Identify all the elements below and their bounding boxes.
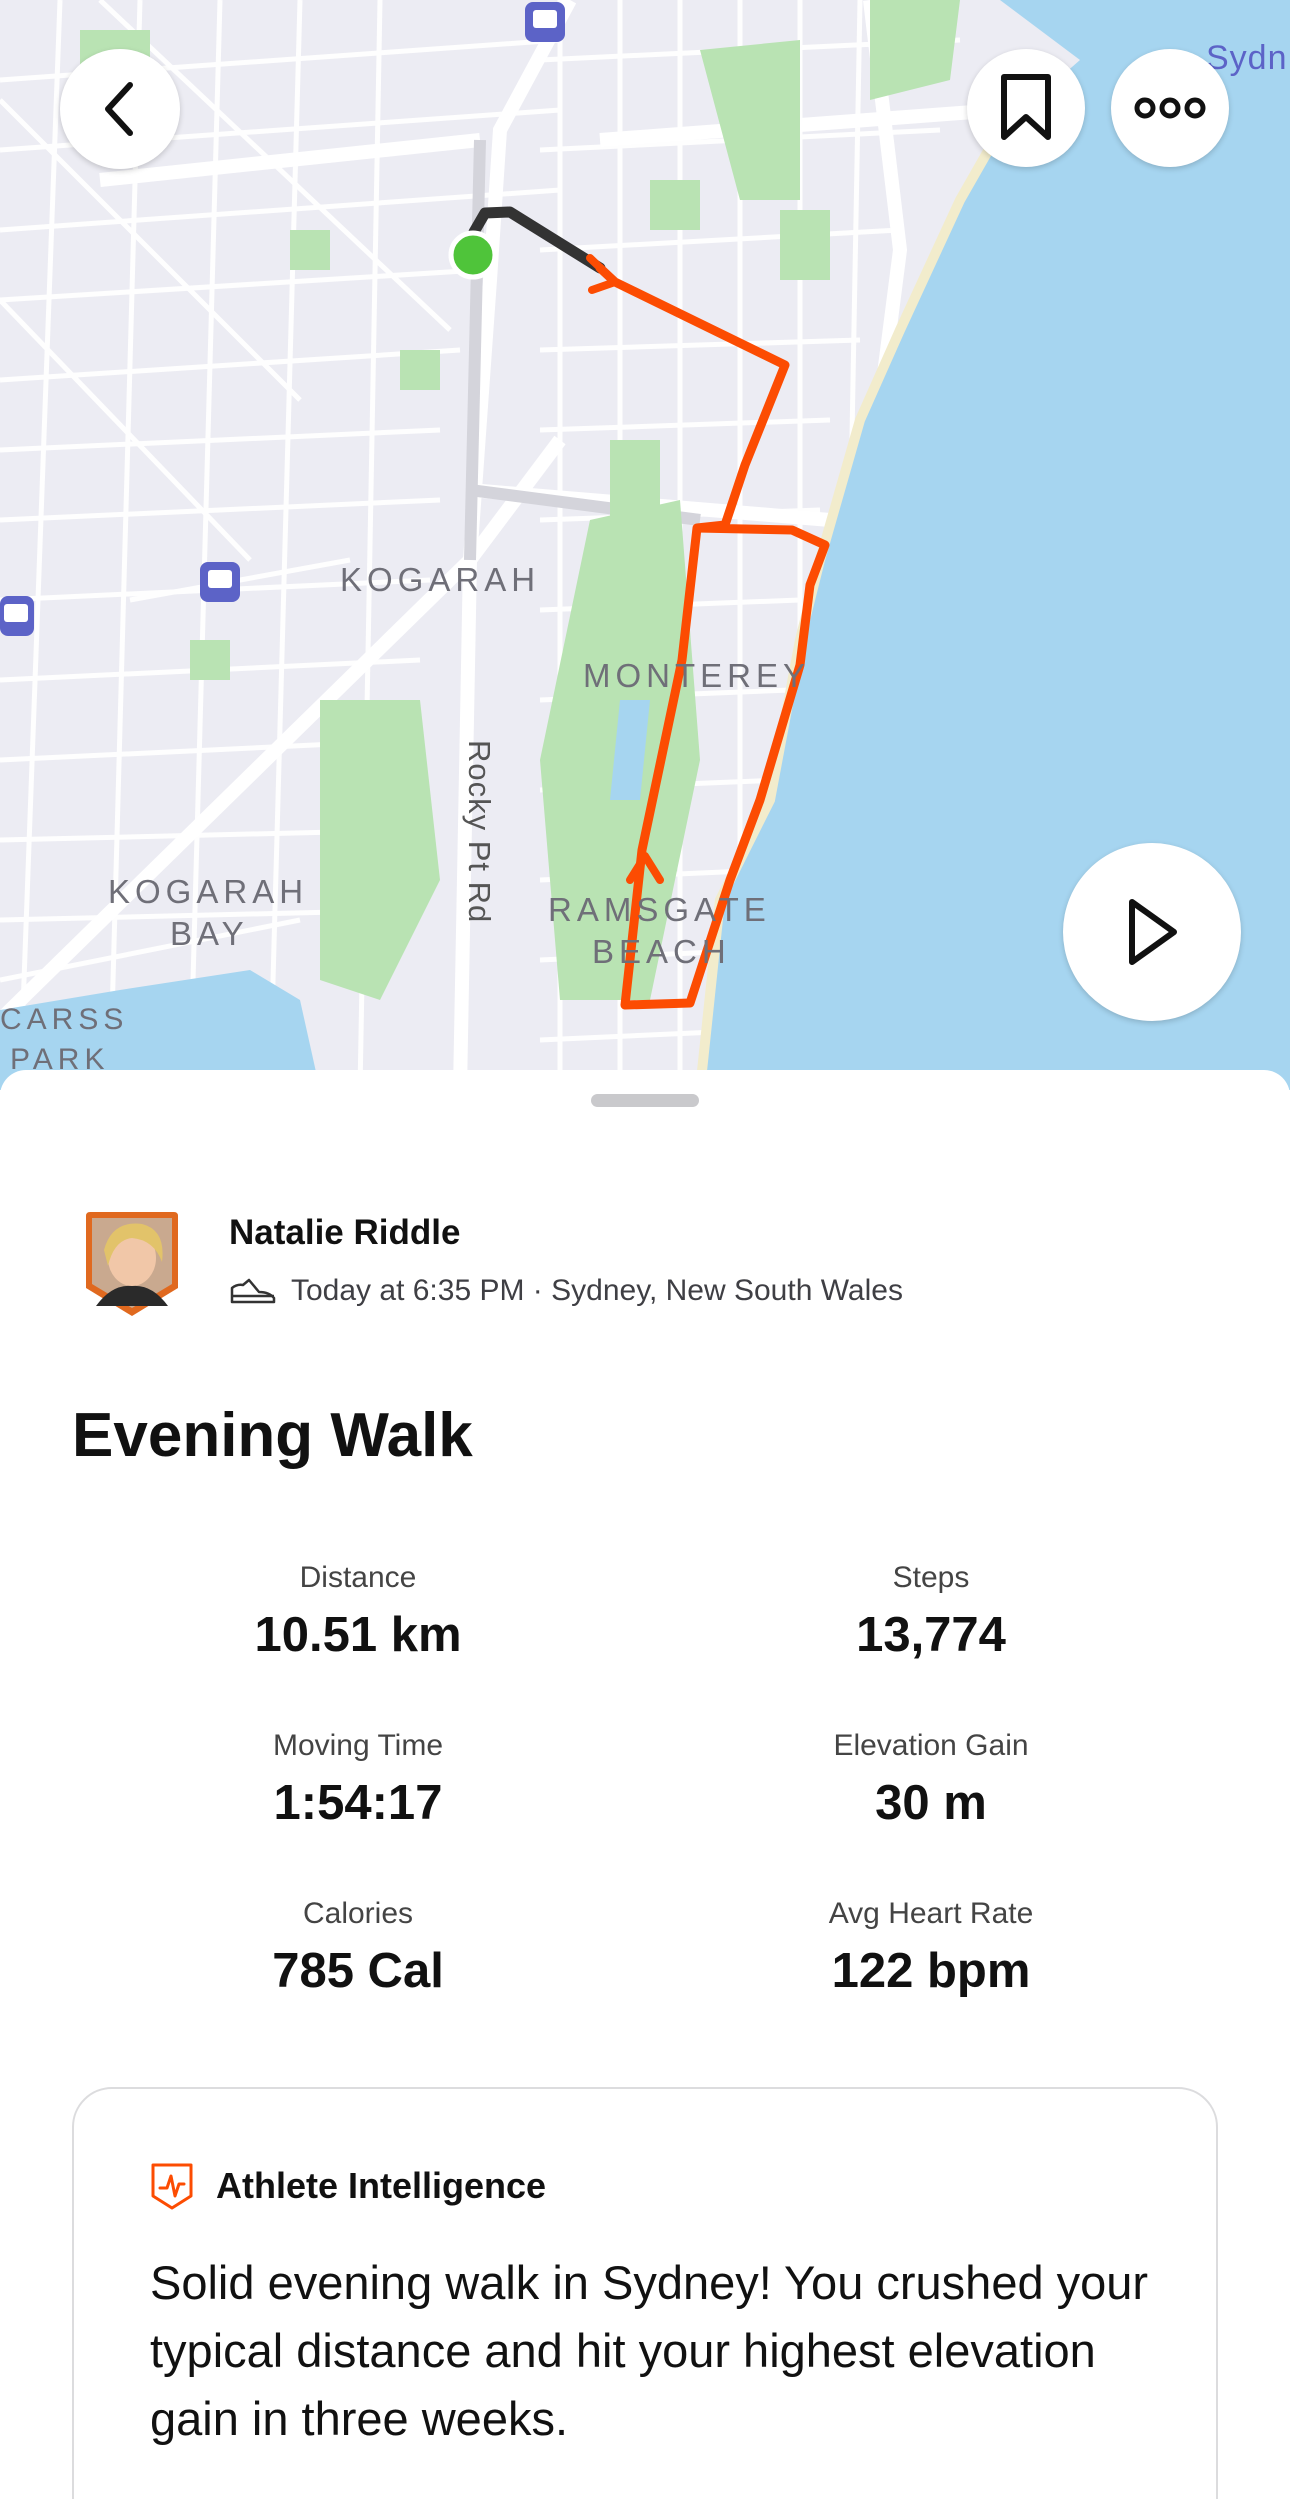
stat-value: 13,774 xyxy=(856,1608,1006,1662)
activity-title: Evening Walk xyxy=(72,1401,473,1470)
activity-meta: Today at 6:35 PM · Sydney, New South Wal… xyxy=(229,1274,903,1308)
activity-meta-text: Today at 6:35 PM · Sydney, New South Wal… xyxy=(291,1274,903,1307)
stat-moving-time: Moving Time 1:54:17 xyxy=(148,1726,568,1832)
play-icon xyxy=(1129,899,1177,965)
stat-label: Moving Time xyxy=(272,1729,444,1762)
avatar-badge-icon xyxy=(86,1212,178,1316)
stat-label: Steps xyxy=(892,1561,970,1594)
more-icon xyxy=(1134,97,1206,119)
activity-sheet: Natalie Riddle Today at 6:35 PM · Sydney… xyxy=(0,1070,1290,2499)
stat-label: Distance xyxy=(299,1561,417,1594)
stat-steps: Steps 13,774 xyxy=(721,1558,1141,1664)
stat-calories: Calories 785 Cal xyxy=(148,1894,568,2000)
athlete-intelligence-text: Solid evening walk in Sydney! You crushe… xyxy=(150,2256,1149,2445)
more-options-button[interactable] xyxy=(1111,49,1229,167)
map-label-kogarah-bay-line1: KOGARAH xyxy=(108,873,309,910)
athlete-intelligence-header: Athlete Intelligence xyxy=(150,2162,546,2210)
map-label-kogarah-bay-line2: BAY xyxy=(170,915,249,952)
road-label-rocky-pt-rd: Rocky Pt Rd xyxy=(462,740,497,924)
shoe-icon xyxy=(230,1278,276,1304)
stat-label: Elevation Gain xyxy=(833,1729,1029,1762)
stat-avg-heart-rate: Avg Heart Rate 122 bpm xyxy=(721,1894,1141,2000)
avatar[interactable] xyxy=(82,1210,182,1318)
play-flyover-button[interactable] xyxy=(1063,843,1241,1021)
stat-label: Calories xyxy=(302,1897,414,1930)
stat-distance: Distance 10.51 km xyxy=(148,1558,568,1664)
stat-value: 785 Cal xyxy=(272,1944,444,1998)
back-button[interactable] xyxy=(60,49,180,169)
bookmark-button[interactable] xyxy=(967,49,1085,167)
chevron-left-icon xyxy=(105,82,133,136)
route-map[interactable]: KOGARAH MONTEREY KOGARAH BAY RAMSGATE BE… xyxy=(0,0,1290,1090)
athlete-name[interactable]: Natalie Riddle xyxy=(229,1213,460,1253)
sheet-grabber[interactable] xyxy=(591,1094,699,1107)
stat-value: 122 bpm xyxy=(831,1944,1031,1998)
stat-value: 10.51 km xyxy=(254,1608,462,1662)
stat-label: Avg Heart Rate xyxy=(828,1897,1034,1930)
stat-elevation-gain: Elevation Gain 30 m xyxy=(721,1726,1141,1832)
athlete-intelligence-title: Athlete Intelligence xyxy=(216,2165,547,2206)
map-label-ramsgate-line2: BEACH xyxy=(592,933,731,970)
athlete-intelligence-card[interactable]: Athlete Intelligence Solid evening walk … xyxy=(72,2087,1218,2499)
athlete-intelligence-icon xyxy=(151,2163,193,2210)
map-label-ramsgate-line1: RAMSGATE xyxy=(548,891,771,928)
map-label-monterey: MONTEREY xyxy=(583,657,811,694)
stat-value: 1:54:17 xyxy=(273,1776,443,1830)
map-label-carss-line1: CARSS xyxy=(0,1003,129,1036)
map-label-kogarah: KOGARAH xyxy=(340,561,541,598)
bookmark-icon xyxy=(1001,74,1051,140)
map-label-sydney: Sydn xyxy=(1206,39,1288,77)
stat-value: 30 m xyxy=(875,1776,987,1830)
